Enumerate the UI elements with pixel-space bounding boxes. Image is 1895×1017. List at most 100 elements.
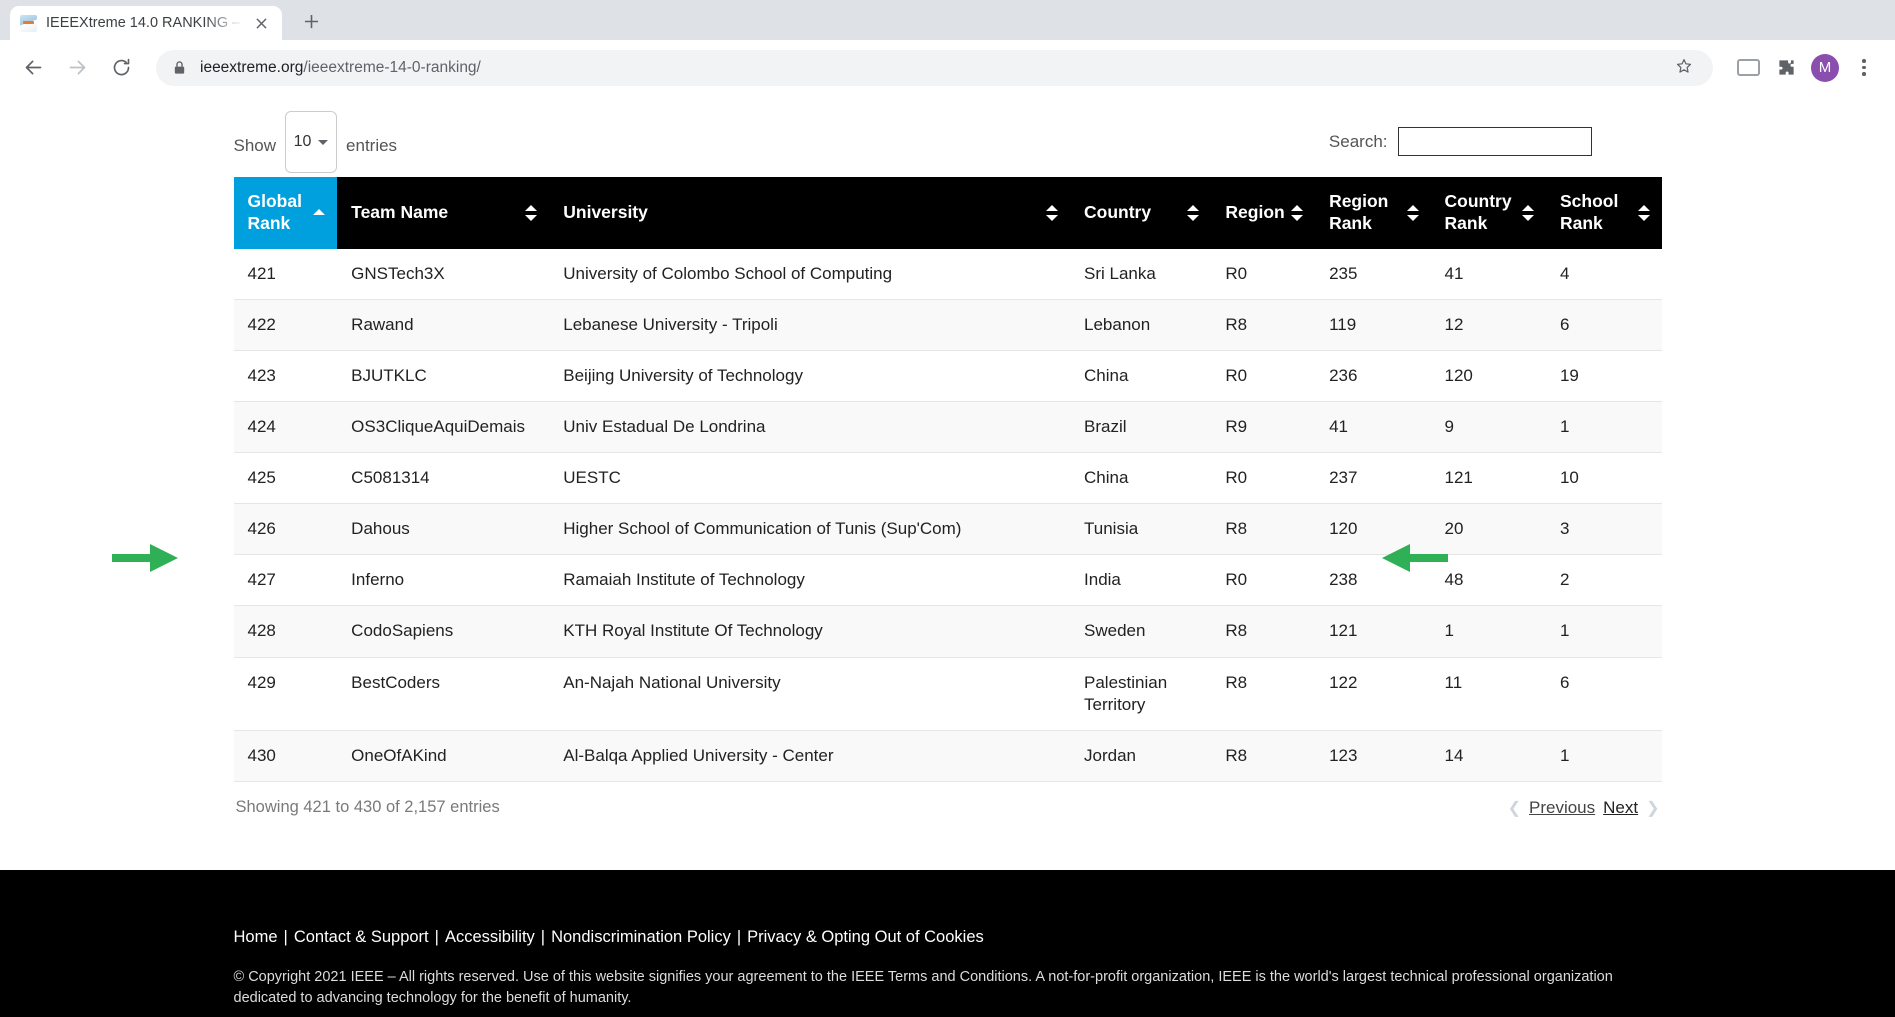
footer-link-0[interactable]: Home [234,928,278,946]
sort-toggle-icon[interactable] [1637,203,1650,223]
ranking-section: Show 10 entries Search: Global Rank Team… [0,95,1895,870]
column-header-2[interactable]: University [549,177,1071,249]
column-header-4[interactable]: Region [1211,177,1316,249]
ranking-container: Show 10 entries Search: Global Rank Team… [233,95,1662,818]
browser-tab[interactable]: IEEEXtreme 14.0 RANKING – IEEE [10,6,282,40]
cell-country: Brazil [1070,401,1212,454]
column-header-0[interactable]: Global Rank [233,177,338,249]
footer-link-2[interactable]: Accessibility [445,928,535,946]
cell-global-rank: 429 [233,657,338,731]
toolbar-actions: M [1731,51,1881,85]
cell-country: Jordan [1070,730,1212,782]
cell-university: Beijing University of Technology [549,350,1071,403]
table-row: 429 BestCoders An-Najah National Universit… [233,657,1662,731]
address-bar[interactable]: ieeextreme.org/ieeextreme-14-0-ranking/ [156,49,1713,86]
footer-link-1[interactable]: Contact & Support [294,928,429,946]
media-control-icon[interactable] [1731,51,1765,85]
sort-toggle-icon[interactable] [1291,203,1304,223]
cell-country-rank: 41 [1430,248,1546,300]
cell-school-rank: 6 [1545,299,1662,351]
cell-country: Tunisia [1070,503,1212,556]
column-header-3[interactable]: Country [1070,177,1212,249]
cell-global-rank: 425 [233,452,338,505]
avatar[interactable]: M [1811,53,1839,82]
cell-country: Palestinian Territory [1070,657,1212,731]
sort-toggle-icon[interactable] [1521,203,1534,223]
cell-region: R9 [1211,401,1316,454]
cell-school-rank: 4 [1545,248,1662,300]
column-header-label: Country Rank [1444,191,1512,233]
cell-global-rank: 427 [233,554,338,607]
browser-toolbar: ieeextreme.org/ieeextreme-14-0-ranking/ … [0,40,1895,95]
table-head: Global Rank Team Name University Country Reg… [233,177,1662,249]
cell-region: R8 [1211,730,1316,782]
table-row: 422 Rawand Lebanese University - Tripoli Le… [233,299,1662,351]
close-icon[interactable] [250,12,272,34]
url-host: ieeextreme.org [200,58,304,76]
sort-ascending-icon[interactable] [313,203,326,223]
table-header-row: Global Rank Team Name University Country Reg… [233,177,1662,249]
length-control: Show 10 entries [234,111,397,177]
cell-region: R0 [1211,452,1316,505]
footer-separator: | [283,928,288,946]
pagination: ❮ Previous Next ❯ [1508,798,1660,818]
table-row: 428 CodoSapiens KTH Royal Institute Of Tec… [233,605,1662,658]
table-row: 425 C5081314 UESTC China R0 237 121 10 [233,452,1662,505]
search-input[interactable] [1397,127,1592,156]
cell-region: R0 [1211,248,1316,300]
cell-school-rank: 6 [1545,657,1662,731]
column-header-1[interactable]: Team Name [337,177,550,249]
cell-university: Ramaiah Institute of Technology [549,554,1071,607]
entries-select[interactable]: 10 [285,111,338,173]
column-header-6[interactable]: Country Rank [1430,177,1546,249]
sort-toggle-icon[interactable] [1046,203,1059,223]
search-label: Search: [1328,131,1388,151]
previous-page-button[interactable]: Previous [1529,798,1595,818]
copyright-text: © Copyright 2021 IEEE – All rights reser… [233,969,1613,1007]
cell-country-rank: 1 [1430,605,1546,658]
column-header-label: School Rank [1559,191,1619,233]
sort-toggle-icon[interactable] [1406,203,1419,223]
annotation-arrow-left [110,540,182,576]
cell-country-rank: 11 [1430,657,1546,731]
column-header-7[interactable]: School Rank [1545,177,1662,249]
cell-region: R0 [1211,554,1316,607]
column-header-label: Country [1084,201,1152,222]
table-row: 423 BJUTKLC Beijing University of Technolo… [233,350,1662,403]
browser-menu-icon[interactable] [1847,51,1881,85]
sort-toggle-icon[interactable] [525,203,538,223]
footer-link-3[interactable]: Nondiscrimination Policy [551,928,731,946]
footer-links: Home | Contact & Support | Accessibility | Non… [234,928,1662,947]
cell-global-rank: 422 [233,299,338,351]
chevron-down-icon [318,139,329,145]
cell-team: OS3CliqueAquiDemais [337,401,550,454]
cell-school-rank: 3 [1545,503,1662,556]
cell-team: Rawand [337,299,550,351]
back-icon[interactable] [14,49,52,87]
cell-global-rank: 428 [233,605,338,658]
column-header-5[interactable]: Region Rank [1315,177,1431,249]
next-page-button[interactable]: Next [1603,798,1638,818]
footer-separator: | [736,928,742,946]
table-row: 421 GNSTech3X University of Colombo School… [233,248,1662,300]
cell-school-rank: 1 [1545,730,1662,782]
cell-global-rank: 423 [233,350,338,403]
forward-icon[interactable] [58,49,96,87]
footer-link-4[interactable]: Privacy & Opting Out of Cookies [747,928,984,946]
bookmark-star-icon[interactable] [1675,57,1697,79]
cell-school-rank: 19 [1545,350,1662,403]
cell-team: BJUTKLC [337,350,550,403]
cell-school-rank: 2 [1545,554,1662,607]
entries-select-value: 10 [293,133,312,150]
cell-region-rank: 123 [1315,730,1431,782]
chevron-left-icon: ❮ [1507,799,1521,817]
sort-toggle-icon[interactable] [1187,203,1200,223]
extensions-puzzle-icon[interactable] [1769,51,1803,85]
new-tab-button[interactable] [294,4,328,38]
search-control: Search: [1329,127,1592,156]
cell-university: Higher School of Communication of Tunis … [549,503,1071,556]
reload-icon[interactable] [102,49,140,87]
cell-university: An-Najah National University [549,657,1071,731]
column-header-label: Region [1225,201,1285,222]
table-body: 421 GNSTech3X University of Colombo School… [233,248,1662,782]
